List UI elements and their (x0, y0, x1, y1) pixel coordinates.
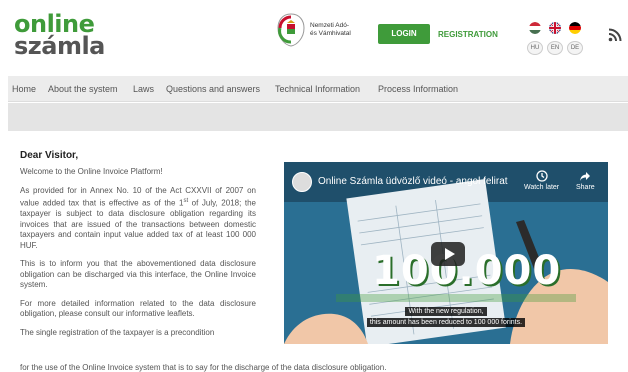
nav-item-home[interactable]: Home (12, 76, 36, 102)
share-button[interactable]: Share (576, 170, 595, 191)
nav-agency-name: Nemzeti Adó- és Vámhivatal (310, 22, 351, 38)
video-caption-line2: this amount has been reduced to 100 000 … (284, 318, 608, 327)
video-title[interactable]: Online Számla üdvözlő videó - angol feli… (318, 176, 508, 187)
share-label: Share (576, 184, 595, 191)
nav-item-laws[interactable]: Laws (133, 76, 154, 102)
channel-avatar[interactable] (292, 172, 312, 192)
login-button[interactable]: LOGIN (378, 24, 430, 44)
caption-line1-text: With the new regulation, (405, 307, 487, 316)
play-icon (445, 248, 455, 260)
watch-later-button[interactable]: Watch later (524, 170, 559, 191)
language-code-de: DE (567, 41, 583, 55)
video-caption-line1: With the new regulation, (284, 307, 608, 316)
welcome-section: Dear Visitor, Welcome to the Online Invo… (20, 150, 256, 338)
nav-item-about[interactable]: About the system (48, 76, 118, 102)
logo-line2: számla (14, 32, 105, 60)
paragraph-registration-continued: for the use of the Online Invoice system… (20, 363, 387, 372)
welcome-text: Welcome to the Online Invoice Platform! (20, 167, 163, 176)
uk-flag-icon (549, 22, 561, 34)
hungary-flag-icon (529, 22, 541, 34)
main-navigation: Home About the system Laws Questions and… (8, 76, 628, 102)
paragraph-leaflets: For more detailed information related to… (20, 298, 256, 319)
language-de[interactable]: DE (566, 22, 584, 55)
greeting-heading: Dear Visitor, (20, 150, 79, 161)
online-szamla-logo[interactable]: online számla (14, 12, 105, 58)
rss-feed-icon[interactable] (608, 28, 622, 42)
intro-video-player[interactable]: Online Számla üdvözlő videó - angol feli… (284, 162, 608, 344)
nav-agency-line1: Nemzeti Adó- (310, 22, 350, 29)
language-en[interactable]: EN (546, 22, 564, 55)
registration-link[interactable]: REGISTRATION (438, 30, 498, 39)
paragraph-interface-info: This is to inform you that the abovement… (20, 259, 256, 290)
play-button[interactable] (431, 242, 465, 266)
nav-item-technical[interactable]: Technical Information (275, 76, 360, 102)
nav-emblem-icon (277, 13, 305, 47)
caption-line2-text: this amount has been reduced to 100 000 … (366, 318, 526, 327)
language-code-en: EN (547, 41, 563, 55)
nav-item-process[interactable]: Process Information (378, 76, 458, 102)
page: online számla Nemzeti Adó- és Vámhivatal… (0, 0, 628, 372)
language-code-hu: HU (527, 41, 543, 55)
video-big-number: 100.000 (372, 248, 562, 294)
sub-navigation-bar (8, 103, 628, 131)
watch-later-label: Watch later (524, 184, 560, 191)
nav-item-questions[interactable]: Questions and answers (166, 76, 260, 102)
germany-flag-icon (569, 22, 581, 34)
nav-agency-line2: és Vámhivatal (310, 30, 351, 37)
paragraph-registration: The single registration of the taxpayer … (20, 327, 215, 337)
clock-icon (535, 170, 548, 182)
share-arrow-icon (580, 172, 591, 181)
paragraph-legal-basis: As provided for in Annex No. 10 of the A… (20, 186, 256, 252)
language-hu[interactable]: HU (526, 22, 544, 55)
